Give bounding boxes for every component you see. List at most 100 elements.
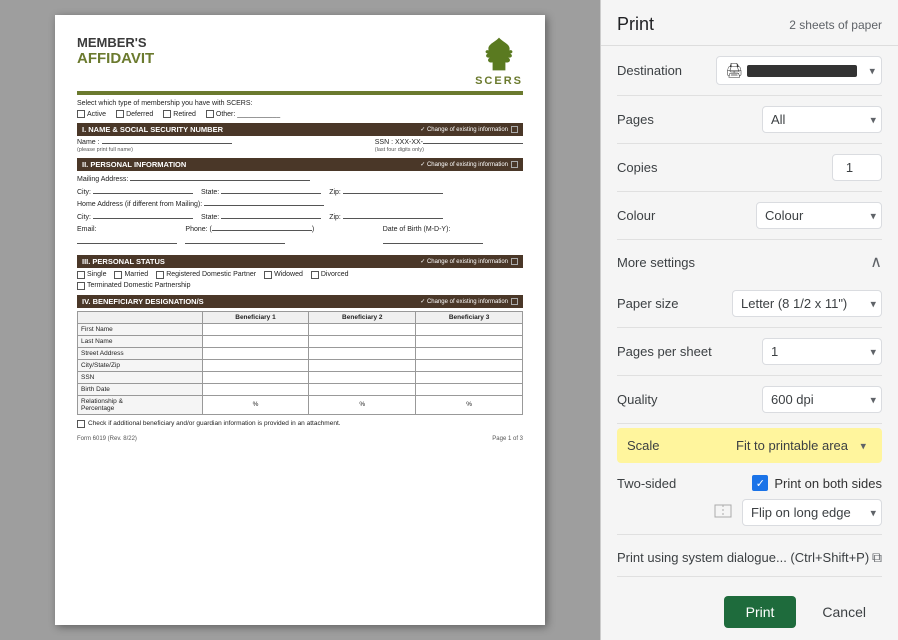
pages-per-sheet-row: Pages per sheet 1 2 4 xyxy=(617,328,882,376)
chevron-up-icon: ∧ xyxy=(870,252,882,272)
scale-row: Scale Fit to printable area Default Cust… xyxy=(617,428,882,463)
name-ssn-row: Name : (please print full name) SSN : XX… xyxy=(77,139,523,153)
external-link-icon: ⧉ xyxy=(872,549,882,566)
printer-icon: 🖨 xyxy=(725,62,743,79)
name-field: Name : (please print full name) xyxy=(77,139,232,153)
flip-icon xyxy=(714,504,732,521)
colour-row: Colour Colour Black and white xyxy=(617,192,882,240)
section-personal-info-header: II. PERSONAL INFORMATION ✓ Change of exi… xyxy=(77,158,523,171)
destination-control[interactable]: 🖨 xyxy=(716,56,882,85)
section-beneficiary-title: IV. BENEFICIARY DESIGNATION/S xyxy=(82,297,204,306)
pages-label: Pages xyxy=(617,112,707,127)
flip-select[interactable]: Flip on long edge Flip on short edge xyxy=(742,499,882,526)
bene-col-1: Beneficiary 1 xyxy=(202,311,309,323)
more-settings-toggle[interactable]: More settings ∧ xyxy=(617,240,882,280)
membership-options: Active Deferred Retired Other: _________… xyxy=(77,110,523,118)
two-sided-control[interactable]: ✓ Print on both sides xyxy=(752,475,882,491)
section-personal-status-title: III. PERSONAL STATUS xyxy=(82,257,165,266)
pages-select-wrapper[interactable]: All Custom xyxy=(762,106,882,133)
doc-title-main: MEMBER'S xyxy=(77,35,154,50)
bene-col-2: Beneficiary 2 xyxy=(309,311,416,323)
bene-col-3: Beneficiary 3 xyxy=(416,311,523,323)
destination-row: Destination 🖨 xyxy=(617,46,882,96)
print-panel: Print 2 sheets of paper Destination 🖨 Pa… xyxy=(600,0,898,640)
print-title: Print xyxy=(617,14,654,35)
doc-title-sub: AFFIDAVIT xyxy=(77,50,154,67)
green-divider xyxy=(77,91,523,95)
copies-row: Copies xyxy=(617,144,882,192)
section-status-change-info: ✓ Change of existing information xyxy=(420,258,518,265)
print-footer: Print Cancel xyxy=(601,584,898,640)
pages-per-sheet-select-wrapper[interactable]: 1 2 4 xyxy=(762,338,882,365)
destination-name-bar xyxy=(747,65,857,77)
more-settings-label: More settings xyxy=(617,255,695,270)
paper-size-label: Paper size xyxy=(617,296,707,311)
print-settings-section: Destination 🖨 Pages All Custom Copies Co… xyxy=(601,46,898,577)
copies-label: Copies xyxy=(617,160,707,175)
two-sided-label: Two-sided xyxy=(617,476,707,491)
table-row: First Name xyxy=(78,323,523,335)
table-row: SSN xyxy=(78,371,523,383)
other-option: Other: ___________ xyxy=(206,110,280,118)
document-preview: MEMBER'S AFFIDAVIT SCERS Select which ty… xyxy=(0,0,600,640)
pages-per-sheet-select[interactable]: 1 2 4 xyxy=(762,338,882,365)
pages-per-sheet-label: Pages per sheet xyxy=(617,344,712,359)
section-personal-change-info: ✓ Change of existing information xyxy=(420,161,518,168)
retired-option: Retired xyxy=(163,110,196,118)
colour-select[interactable]: Colour Black and white xyxy=(756,202,882,229)
table-row: City/State/Zip xyxy=(78,359,523,371)
active-option: Active xyxy=(77,110,106,118)
destination-label: Destination xyxy=(617,63,707,78)
table-row: Street Address xyxy=(78,347,523,359)
two-sided-row: Two-sided ✓ Print on both sides xyxy=(617,467,882,495)
beneficiary-table: Beneficiary 1 Beneficiary 2 Beneficiary … xyxy=(77,311,523,415)
paper-size-select[interactable]: Letter (8 1/2 x 11") A4 Legal xyxy=(732,290,882,317)
print-header: Print 2 sheets of paper xyxy=(601,0,898,46)
system-dialogue-text: Print using system dialogue... (Ctrl+Shi… xyxy=(617,550,869,565)
personal-status-options: Single Married Registered Domestic Partn… xyxy=(77,271,523,279)
section-name-change-info: ✓ Change of existing information xyxy=(420,126,518,133)
two-sided-checkbox[interactable]: ✓ xyxy=(752,475,768,491)
section-name-ssn-title: I. NAME & SOCIAL SECURITY NUMBER xyxy=(82,125,223,134)
section-personal-info-title: II. PERSONAL INFORMATION xyxy=(82,160,186,169)
quality-select-wrapper[interactable]: 600 dpi 300 dpi xyxy=(762,386,882,413)
print-button[interactable]: Print xyxy=(724,596,797,628)
pages-select[interactable]: All Custom xyxy=(762,106,882,133)
membership-section: Select which type of membership you have… xyxy=(77,100,523,118)
print-sheets-info: 2 sheets of paper xyxy=(789,18,882,32)
table-row: Birth Date xyxy=(78,383,523,395)
two-sided-value: Print on both sides xyxy=(774,476,882,491)
terminated-option: Terminated Domestic Partnership xyxy=(77,282,523,290)
flip-row: Flip on long edge Flip on short edge xyxy=(617,495,882,535)
cancel-button[interactable]: Cancel xyxy=(806,596,882,628)
doc-footer: Form 6019 (Rev. 8/22) Page 1 of 3 xyxy=(77,436,523,442)
attachment-note: Check if additional beneficiary and/or g… xyxy=(77,420,523,428)
copies-input[interactable] xyxy=(832,154,882,181)
deferred-option: Deferred xyxy=(116,110,153,118)
quality-label: Quality xyxy=(617,392,707,407)
section-name-ssn-header: I. NAME & SOCIAL SECURITY NUMBER ✓ Chang… xyxy=(77,123,523,136)
paper-size-select-wrapper[interactable]: Letter (8 1/2 x 11") A4 Legal xyxy=(732,290,882,317)
quality-row: Quality 600 dpi 300 dpi xyxy=(617,376,882,424)
attachment-note-text: Check if additional beneficiary and/or g… xyxy=(88,420,341,427)
quality-select[interactable]: 600 dpi 300 dpi xyxy=(762,386,882,413)
section-beneficiary-header: IV. BENEFICIARY DESIGNATION/S ✓ Change o… xyxy=(77,295,523,308)
scale-label: Scale xyxy=(627,438,660,453)
scale-select-wrapper[interactable]: Fit to printable area Default Custom xyxy=(732,436,872,455)
footer-left: Form 6019 (Rev. 8/22) xyxy=(77,436,137,442)
pages-row: Pages All Custom xyxy=(617,96,882,144)
membership-prompt: Select which type of membership you have… xyxy=(77,100,523,107)
personal-info-fields: Mailing Address: City: State: Zip: Home … xyxy=(77,174,523,250)
flip-select-wrapper[interactable]: Flip on long edge Flip on short edge xyxy=(742,499,882,526)
section-beneficiary-change-info: ✓ Change of existing information xyxy=(420,298,518,305)
colour-label: Colour xyxy=(617,208,707,223)
logo-text: SCERS xyxy=(475,75,523,87)
colour-select-wrapper[interactable]: Colour Black and white xyxy=(756,202,882,229)
scale-select[interactable]: Fit to printable area Default Custom xyxy=(732,436,872,455)
system-dialogue-row[interactable]: Print using system dialogue... (Ctrl+Shi… xyxy=(617,539,882,577)
document-page: MEMBER'S AFFIDAVIT SCERS Select which ty… xyxy=(55,15,545,625)
table-row: Relationship &Percentage %%% xyxy=(78,395,523,414)
more-settings-content: Paper size Letter (8 1/2 x 11") A4 Legal… xyxy=(617,280,882,539)
footer-right: Page 1 of 3 xyxy=(492,436,523,442)
paper-size-row: Paper size Letter (8 1/2 x 11") A4 Legal xyxy=(617,280,882,328)
